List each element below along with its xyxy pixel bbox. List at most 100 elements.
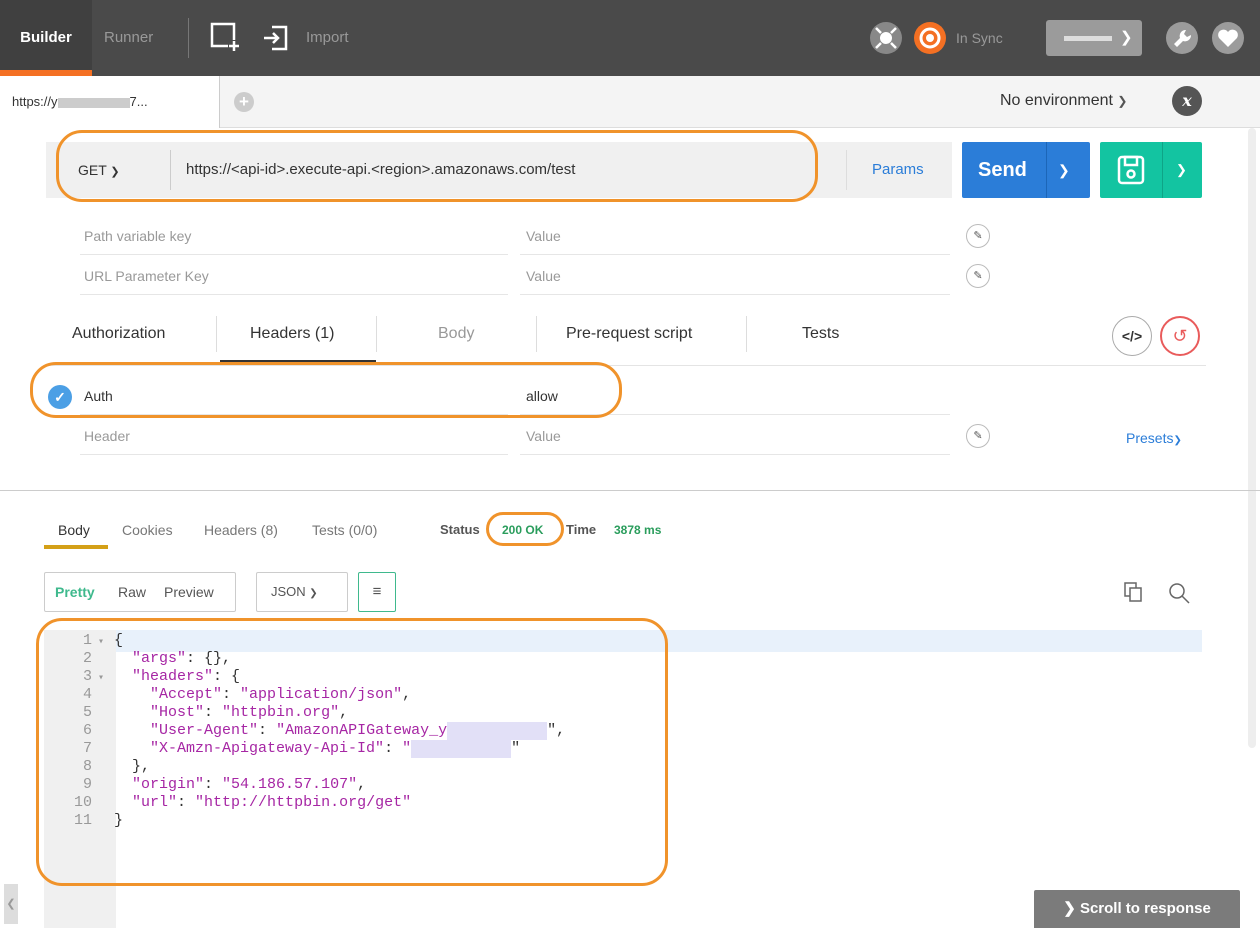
params-button[interactable]: Params — [872, 142, 924, 198]
input-underline — [520, 454, 950, 455]
chevron-down-icon: ❯ — [1173, 435, 1182, 446]
send-button[interactable]: Send ❯ — [962, 142, 1090, 198]
response-tab-headers[interactable]: Headers (8) — [204, 518, 278, 542]
line-number: 4 — [82, 686, 92, 703]
scroll-to-response-button[interactable]: ❯ Scroll to response — [1034, 890, 1240, 928]
tab-headers[interactable]: Headers (1) — [250, 310, 334, 358]
chevron-down-icon[interactable]: ❯ — [1176, 142, 1187, 198]
response-tab-body[interactable]: Body — [58, 518, 90, 542]
tab-divider — [746, 316, 747, 352]
tab-divider — [216, 316, 217, 352]
edit-pencil-icon[interactable]: ✎ — [966, 224, 990, 248]
line-number: 11 — [73, 812, 92, 829]
code-text: "url": "http://httpbin.org/get" — [132, 794, 412, 811]
new-window-icon[interactable] — [210, 22, 240, 52]
generate-code-icon[interactable]: </> — [1112, 316, 1152, 356]
response-tab-cookies[interactable]: Cookies — [122, 518, 173, 542]
code-line: 2 "args": {}, — [44, 650, 1204, 668]
tab-body[interactable]: Body — [438, 310, 474, 358]
request-tab-suffix: 7... — [129, 94, 148, 109]
chevron-down-icon[interactable]: ❯ — [1058, 142, 1070, 198]
reset-icon[interactable]: ↺ — [1160, 316, 1200, 356]
params-divider — [846, 150, 847, 190]
path-variable-value-input[interactable]: Value — [526, 228, 561, 244]
format-raw-button[interactable]: Raw — [118, 573, 146, 611]
url-parameter-value-input[interactable]: Value — [526, 268, 561, 284]
time-value: 3878 ms — [614, 523, 662, 537]
send-divider — [1046, 142, 1047, 198]
code-line: 10 "url": "http://httpbin.org/get" — [44, 794, 1204, 812]
tab-pre-request-script[interactable]: Pre-request script — [566, 310, 692, 358]
header-value-allow[interactable]: allow — [526, 388, 558, 404]
request-response-divider — [0, 490, 1260, 491]
code-line: 5 "Host": "httpbin.org", — [44, 704, 1204, 722]
chevron-down-icon: ❯ — [110, 166, 120, 178]
import-icon[interactable] — [262, 24, 290, 52]
response-body-editor[interactable]: 1 ▾{2 "args": {}, 3 ▾ "headers": {4 "Accept… — [44, 630, 1204, 830]
runner-tab[interactable]: Runner — [104, 0, 164, 76]
request-tab[interactable]: https://y 7... — [0, 76, 220, 128]
sync-status-icon[interactable] — [914, 22, 946, 54]
user-account-dropdown[interactable]: ❯ — [1046, 20, 1142, 56]
environment-quicklook-icon[interactable]: x — [1172, 86, 1202, 116]
path-variable-key-input[interactable]: Path variable key — [84, 228, 191, 244]
tab-authorization[interactable]: Authorization — [72, 310, 165, 358]
status-label: Status — [440, 522, 480, 537]
request-tab-label: https://y — [12, 94, 58, 109]
chevron-down-icon: ❯ — [1120, 29, 1133, 46]
collapse-sidebar-handle[interactable]: ❮ — [4, 884, 18, 924]
redacted-text — [447, 722, 548, 740]
line-number: 1 — [82, 632, 92, 649]
code-text: }, — [114, 758, 151, 775]
environment-selector[interactable]: No environment ❯ — [1000, 88, 1127, 114]
code-text: "User-Agent": "AmazonAPIGateway_y — [150, 722, 448, 739]
edit-pencil-icon[interactable]: ✎ — [966, 424, 990, 448]
vertical-scrollbar[interactable] — [1248, 128, 1256, 748]
heart-icon[interactable] — [1212, 22, 1244, 54]
language-select[interactable]: JSON ❯ — [256, 572, 348, 612]
code-line: 1 ▾{ — [44, 632, 1204, 650]
redacted-text — [411, 740, 512, 758]
input-underline — [80, 414, 508, 415]
code-text-tail: ", — [547, 722, 566, 739]
interceptor-icon[interactable] — [870, 22, 902, 54]
code-text: "Accept": "application/json", — [150, 686, 412, 703]
header-key-input[interactable]: Header — [84, 428, 130, 444]
import-label[interactable]: Import — [306, 0, 349, 76]
format-pretty-button[interactable]: Pretty — [55, 573, 95, 611]
header-key-auth[interactable]: Auth — [84, 388, 113, 404]
code-text: "origin": "54.186.57.107", — [132, 776, 367, 793]
header-enabled-checkbox[interactable]: ✓ — [48, 385, 72, 409]
settings-wrench-icon[interactable] — [1166, 22, 1198, 54]
search-icon[interactable] — [1168, 582, 1190, 604]
response-tab-tests[interactable]: Tests (0/0) — [312, 518, 377, 542]
input-underline — [80, 454, 508, 455]
code-line: 8 }, — [44, 758, 1204, 776]
builder-tab[interactable]: Builder — [0, 0, 92, 76]
tab-tests[interactable]: Tests — [802, 310, 839, 358]
method-selector[interactable]: GET ❯ — [78, 142, 120, 200]
url-parameter-key-input[interactable]: URL Parameter Key — [84, 268, 209, 284]
tab-divider — [376, 316, 377, 352]
code-text: "X-Amzn-Apigateway-Api-Id": " — [150, 740, 412, 757]
active-response-tab-indicator — [44, 545, 108, 549]
header-value-input[interactable]: Value — [526, 428, 561, 444]
status-value: 200 OK — [502, 523, 544, 537]
time-label: Time — [566, 522, 597, 537]
save-divider — [1162, 142, 1163, 198]
chevron-down-icon: ❯ — [1063, 900, 1076, 917]
add-tab-icon[interactable]: + — [234, 92, 254, 112]
edit-pencil-icon[interactable]: ✎ — [966, 264, 990, 288]
send-label: Send — [978, 159, 1027, 181]
code-line: 6 "User-Agent": "AmazonAPIGateway_y ", — [44, 722, 1204, 740]
code-text: "headers": { — [132, 668, 241, 685]
format-preview-button[interactable]: Preview — [164, 573, 214, 611]
copy-icon[interactable] — [1124, 582, 1142, 602]
line-number: 5 — [82, 704, 92, 721]
presets-dropdown[interactable]: Presets❯ — [1126, 428, 1182, 451]
wrap-lines-icon[interactable]: ≡ — [358, 572, 396, 612]
code-line: 3 ▾ "headers": { — [44, 668, 1204, 686]
scroll-to-response-label: Scroll to response — [1079, 900, 1211, 917]
save-button[interactable]: ❯ — [1100, 142, 1202, 198]
url-input[interactable]: https://<api-id>.execute-api.<region>.am… — [186, 142, 575, 198]
